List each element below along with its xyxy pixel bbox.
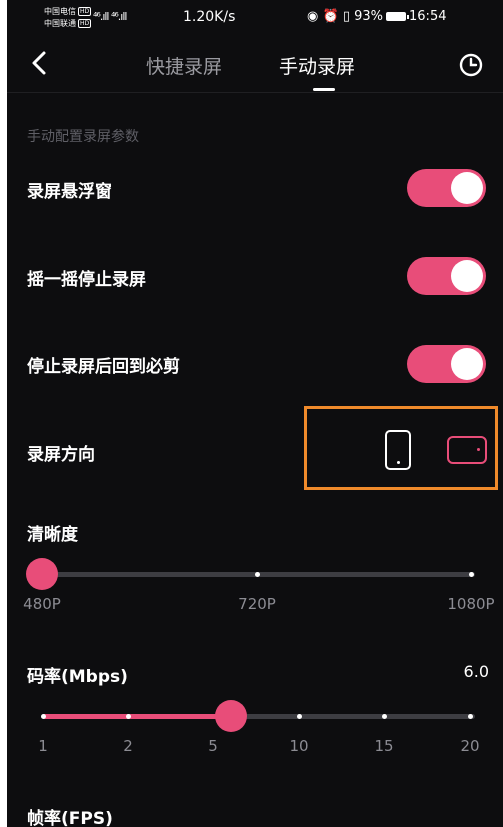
bitrate-tick-2 [126, 714, 131, 719]
signal-icon: ⁴⁶.ıll ⁴⁶.ıll [93, 10, 127, 23]
chevron-left-icon [32, 51, 46, 75]
resolution-option-480p: 480P [23, 595, 61, 613]
bitrate-tick-label: 10 [289, 737, 309, 755]
carrier-info: 中国电信 HD 中国联通 HD [44, 6, 92, 30]
bitrate-tick-15 [382, 714, 387, 719]
bitrate-tick-1 [41, 714, 46, 719]
eye-icon: ◉ [307, 9, 319, 24]
bitrate-value: 6.0 [463, 662, 489, 681]
active-tab-indicator [313, 88, 335, 91]
toggle-knob [451, 260, 483, 292]
screen: 中国电信 HD 中国联通 HD ⁴⁶.ıll ⁴⁶.ıll 1.20K/s ◉ ⏰ … [7, 0, 503, 827]
bitrate-slider-fill [42, 714, 232, 719]
bitrate-tick-label: 15 [374, 737, 394, 755]
return-after-stop-label: 停止录屏后回到必剪 [27, 357, 180, 377]
bitrate-tick-label: 1 [38, 737, 48, 755]
landscape-orientation-icon[interactable] [447, 436, 487, 464]
orientation-label: 录屏方向 [27, 445, 95, 465]
shake-stop-toggle[interactable] [407, 257, 486, 295]
resolution-option-1080p: 1080P [447, 595, 495, 613]
bitrate-tick-label: 5 [208, 737, 218, 755]
hd-icon: HD [78, 19, 92, 28]
bitrate-tick-10 [297, 714, 302, 719]
alarm-icon: ⏰ [322, 9, 339, 24]
return-after-stop-toggle[interactable] [407, 345, 486, 383]
status-bar: 中国电信 HD 中国联通 HD ⁴⁶.ıll ⁴⁶.ıll 1.20K/s ◉ ⏰ … [7, 0, 503, 38]
hd-icon: HD [78, 7, 92, 16]
carrier-2: 中国联通 [44, 19, 76, 28]
vibrate-icon: ▯ [342, 9, 350, 24]
bitrate-label: 码率(Mbps) [27, 667, 128, 687]
resolution-option-720p: 720P [238, 595, 276, 613]
bitrate-tick-20 [468, 714, 473, 719]
network-speed: 1.20K/s [183, 9, 236, 25]
resolution-slider-thumb[interactable] [26, 558, 58, 590]
bitrate-tick-label: 2 [123, 737, 133, 755]
app-header: 快捷录屏 手动录屏 [7, 38, 503, 93]
framerate-label: 帧率(FPS) [27, 809, 113, 827]
back-button[interactable] [29, 50, 53, 78]
floating-window-label: 录屏悬浮窗 [27, 182, 112, 202]
tab-manual-record[interactable]: 手动录屏 [279, 52, 355, 79]
resolution-tick-1080 [469, 572, 474, 577]
portrait-orientation-icon[interactable] [385, 430, 411, 470]
bitrate-slider-thumb[interactable] [215, 700, 247, 732]
toggle-knob [451, 348, 483, 380]
resolution-tick-720 [255, 572, 260, 577]
clock: 16:54 [409, 9, 447, 24]
clock-icon [459, 53, 483, 77]
tab-quick-record[interactable]: 快捷录屏 [146, 52, 222, 79]
bitrate-tick-label: 20 [460, 737, 480, 755]
toggle-knob [451, 172, 483, 204]
section-label: 手动配置录屏参数 [27, 129, 139, 145]
resolution-label: 清晰度 [27, 525, 78, 545]
battery-icon [386, 12, 410, 21]
shake-stop-label: 摇一摇停止录屏 [27, 270, 146, 290]
carrier-1: 中国电信 [44, 7, 76, 16]
floating-window-toggle[interactable] [407, 169, 486, 207]
status-right: ◉ ⏰ ▯ 93% 16:54 [307, 9, 446, 24]
battery-percent: 93% [354, 9, 384, 24]
history-button[interactable] [458, 52, 484, 78]
